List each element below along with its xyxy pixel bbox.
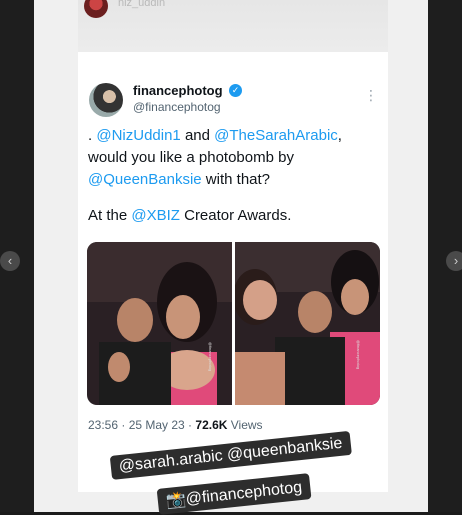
tweet-text-line: would you like a photobomb by [88,148,378,168]
tweet-text-line: At the @XBIZ Creator Awards. [88,206,378,226]
mention-link[interactable]: @TheSarahArabic [214,127,338,144]
mention-link[interactable]: @QueenBanksie [88,171,202,188]
timestamp: 23:56 · 25 May 23 · [88,418,196,432]
mention-link[interactable]: @XBIZ [131,207,180,224]
avatar[interactable] [89,83,123,117]
text-fragment: and [180,127,215,144]
text-fragment: Creator Awards. [179,207,292,224]
camera-emoji-icon: 📸 [165,491,187,511]
photo-watermark: @financephotog [208,342,213,371]
next-story-button[interactable]: › [446,251,462,271]
tweet-text-line: . @NizUddin1 and @TheSarahArabic, [88,126,378,146]
text-fragment: At the [88,207,132,224]
text-fragment: would you like a photobomb by [88,149,294,166]
previous-post-card: niz_uddin [78,0,388,52]
user-handle[interactable]: @financephotog [133,100,221,114]
display-name[interactable]: financephotog [133,83,223,98]
tweet-card: financephotog ✓ @financephotog ⋮ . @NizU… [78,52,388,492]
previous-post-handle: niz_uddin [118,0,166,9]
tweet-photo-2[interactable]: @financephotog [235,242,380,405]
text-fragment: with that? [201,171,271,188]
mention-link[interactable]: @NizUddin1 [96,127,180,144]
views-label: Views [227,418,263,432]
previous-story-button[interactable]: ‹ [0,251,20,271]
tweet-text-line: @QueenBanksie with that? [88,170,378,190]
text-fragment: , [337,127,342,144]
more-options-icon[interactable]: ⋮ [364,88,378,102]
photo-watermark: @financephotog [356,340,361,369]
verified-badge-icon: ✓ [229,84,242,97]
views-count: 72.6K [195,418,228,432]
tweet-metadata: 23:56 · 25 May 23 · 72.6K Views [88,418,263,432]
tweet-photo-1[interactable]: @financephotog [87,242,232,405]
avatar [84,0,108,18]
